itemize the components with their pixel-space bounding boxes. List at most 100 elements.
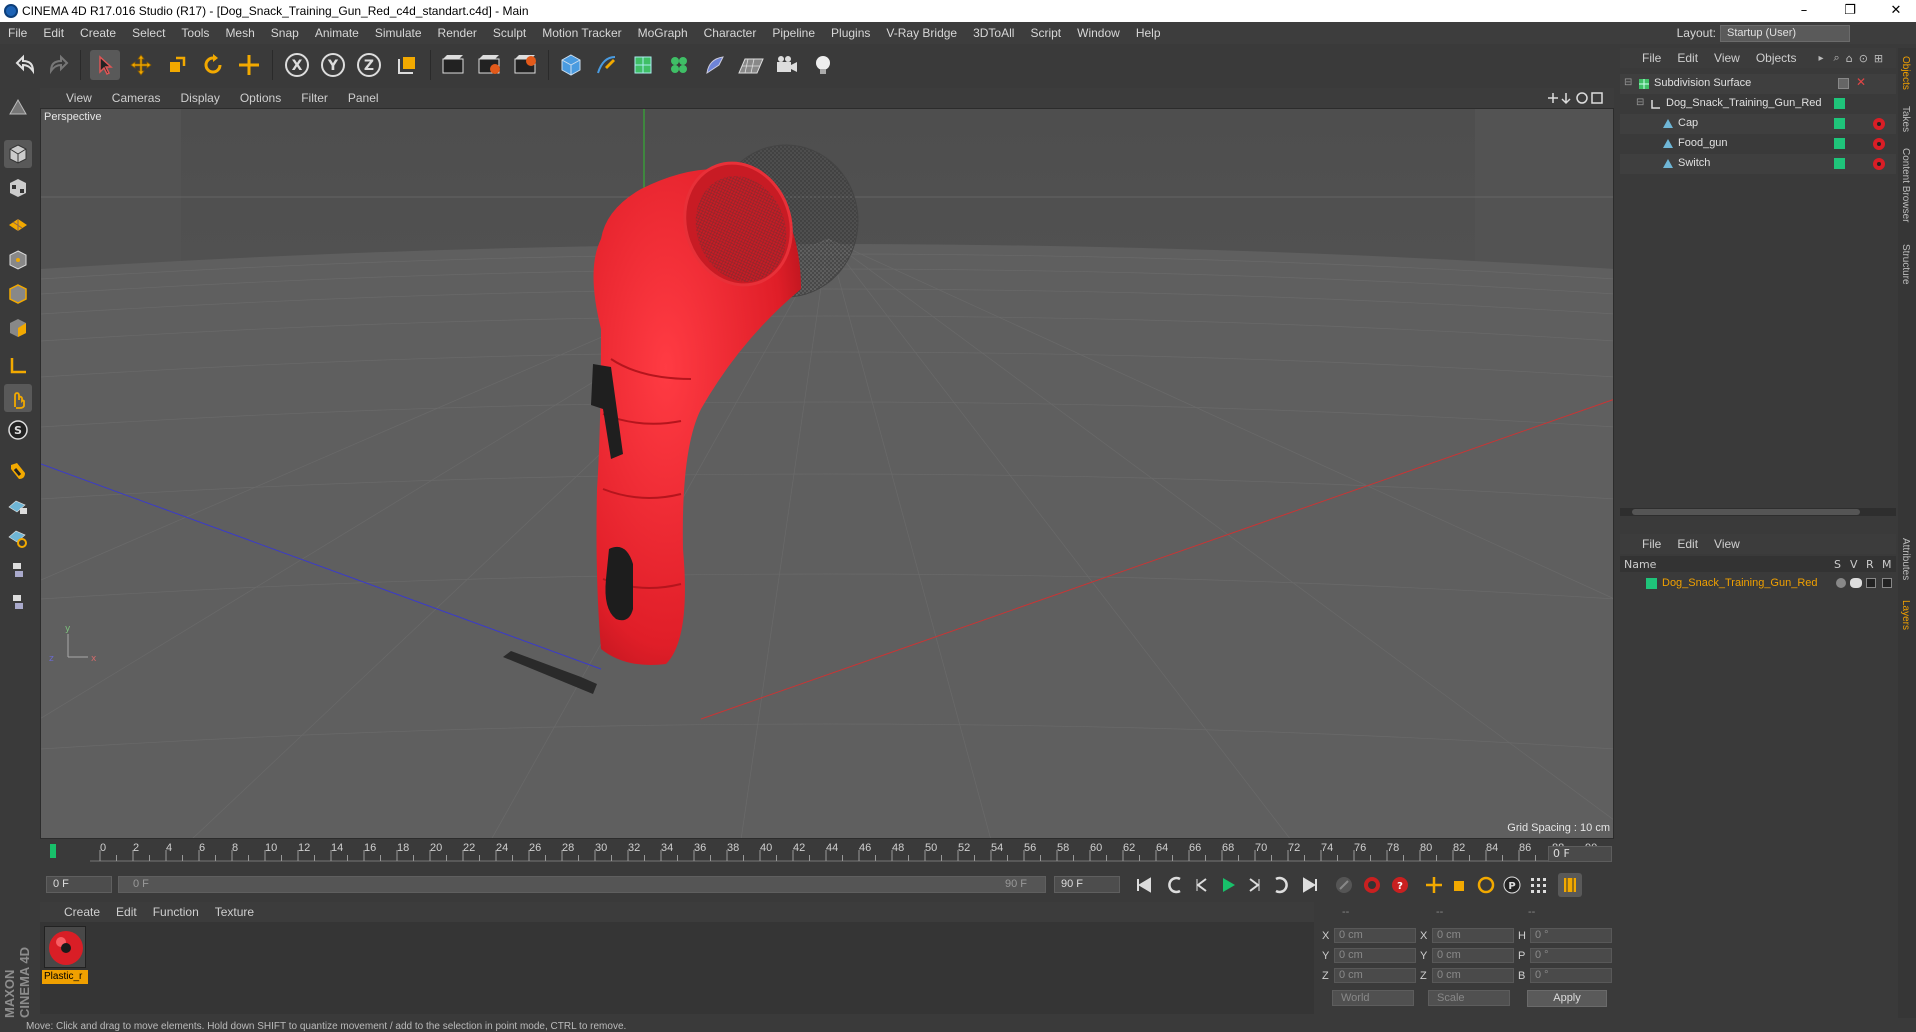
om-menu-edit[interactable]: Edit: [1669, 51, 1706, 65]
close-button[interactable]: ✕: [1876, 0, 1916, 22]
key-position-icon[interactable]: [1422, 873, 1446, 897]
menu-edit[interactable]: Edit: [35, 26, 72, 40]
menu-snap[interactable]: Snap: [263, 26, 307, 40]
material-menu-create[interactable]: Create: [56, 905, 108, 919]
camera-icon[interactable]: [772, 50, 802, 80]
planar-workplane-icon[interactable]: [4, 524, 32, 552]
layer-color-tag[interactable]: [1834, 98, 1845, 109]
om-menu-objects[interactable]: Objects: [1748, 51, 1805, 65]
cube-primitive-icon[interactable]: [556, 50, 586, 80]
coordinate-space-dropdown[interactable]: World: [1332, 990, 1414, 1006]
menu-simulate[interactable]: Simulate: [367, 26, 430, 40]
position-y-field[interactable]: 0 cm: [1334, 948, 1416, 963]
menu-help[interactable]: Help: [1128, 26, 1169, 40]
x-axis-lock-icon[interactable]: X: [282, 50, 312, 80]
layer-visibility-eye-icon[interactable]: [1850, 578, 1862, 588]
snap-icon[interactable]: S: [4, 416, 32, 444]
previous-key-icon[interactable]: [1164, 873, 1188, 897]
next-frame-icon[interactable]: [1242, 873, 1266, 897]
object-row-food-gun[interactable]: Food_gun: [1620, 134, 1896, 154]
polygons-mode-icon[interactable]: [4, 314, 32, 342]
om-expand-icon[interactable]: ⊞: [1874, 52, 1883, 65]
z-axis-lock-icon[interactable]: Z: [354, 50, 384, 80]
layer-tag-icon[interactable]: [1838, 78, 1849, 89]
autokeying-icon[interactable]: ?: [1388, 873, 1412, 897]
om-home-icon[interactable]: ⌂: [1846, 52, 1853, 65]
key-parameter-icon[interactable]: P: [1500, 873, 1524, 897]
size-x-field[interactable]: 0 cm: [1432, 928, 1514, 943]
go-to-start-icon[interactable]: [1132, 873, 1156, 897]
tab-takes[interactable]: Takes: [1900, 106, 1911, 132]
key-rotation-icon[interactable]: [1474, 873, 1498, 897]
model-mode-icon[interactable]: [4, 140, 32, 168]
axis-mode-icon[interactable]: [4, 352, 32, 380]
om-menu-view[interactable]: View: [1706, 51, 1748, 65]
next-key-icon[interactable]: [1268, 873, 1292, 897]
layer-color-tag[interactable]: [1834, 118, 1845, 129]
material-thumbnail[interactable]: [44, 926, 86, 968]
menu-file[interactable]: File: [0, 26, 35, 40]
om-link-icon[interactable]: ⊙: [1859, 52, 1868, 65]
coordinate-mode-dropdown[interactable]: Scale: [1428, 990, 1510, 1006]
layer-solo-toggle[interactable]: [1836, 578, 1846, 588]
timeline-ruler[interactable]: 0 2 4 6 8 10 12 14 16 18 20 22 24 26 28 30 32 34 36 38 40 42 4…: [40, 840, 1614, 868]
material-menu-texture[interactable]: Texture: [207, 905, 262, 919]
position-x-field[interactable]: 0 cm: [1334, 928, 1416, 943]
scale-tool-icon[interactable]: [162, 50, 192, 80]
apply-button[interactable]: Apply: [1527, 990, 1607, 1007]
object-manager-scrollbar[interactable]: [1620, 508, 1896, 516]
python-script-2-icon[interactable]: [4, 588, 32, 616]
layer-menu-edit[interactable]: Edit: [1669, 537, 1706, 551]
workplane-mode-icon[interactable]: [4, 208, 32, 236]
light-icon[interactable]: [808, 50, 838, 80]
viewport-menu-display[interactable]: Display: [170, 91, 229, 105]
frame-range-slider[interactable]: 0 F 90 F: [118, 876, 1046, 893]
previous-frame-icon[interactable]: [1190, 873, 1214, 897]
render-view-icon[interactable]: [438, 50, 468, 80]
menu-mograph[interactable]: MoGraph: [630, 26, 696, 40]
menu-3dtoall[interactable]: 3DToAll: [965, 26, 1022, 40]
menu-mesh[interactable]: Mesh: [217, 26, 262, 40]
tab-objects[interactable]: Objects: [1900, 56, 1911, 90]
undo-icon[interactable]: [10, 50, 40, 80]
viewport-menu-options[interactable]: Options: [230, 91, 291, 105]
rotation-b-field[interactable]: 0 °: [1530, 968, 1612, 983]
keyframe-selection-icon[interactable]: [1332, 873, 1356, 897]
render-picture-viewer-icon[interactable]: [474, 50, 504, 80]
menu-plugins[interactable]: Plugins: [823, 26, 878, 40]
tab-content-browser[interactable]: Content Browser: [1900, 148, 1911, 222]
layer-render-toggle[interactable]: [1866, 578, 1876, 588]
menu-sculpt[interactable]: Sculpt: [485, 26, 534, 40]
collapse-toggle-icon[interactable]: ⊟: [1624, 77, 1632, 88]
layer-menu-view[interactable]: View: [1706, 537, 1748, 551]
rotate-tool-icon[interactable]: [198, 50, 228, 80]
y-axis-lock-icon[interactable]: Y: [318, 50, 348, 80]
deformer-icon[interactable]: [700, 50, 730, 80]
menu-create[interactable]: Create: [72, 26, 124, 40]
rotation-p-field[interactable]: 0 °: [1530, 948, 1612, 963]
position-z-field[interactable]: 0 cm: [1334, 968, 1416, 983]
menu-script[interactable]: Script: [1022, 26, 1069, 40]
menu-animate[interactable]: Animate: [307, 26, 367, 40]
subdivision-surface-icon[interactable]: [628, 50, 658, 80]
tab-structure[interactable]: Structure: [1900, 244, 1911, 285]
menu-vray-bridge[interactable]: V-Ray Bridge: [878, 26, 965, 40]
record-keys-icon[interactable]: [1360, 873, 1384, 897]
om-menu-file[interactable]: File: [1634, 51, 1669, 65]
key-pla-icon[interactable]: [1526, 873, 1550, 897]
viewport-menu-panel[interactable]: Panel: [338, 91, 389, 105]
perspective-viewport[interactable]: y x z: [40, 108, 1614, 839]
collapse-toggle-icon[interactable]: ⊟: [1636, 97, 1644, 108]
pen-spline-icon[interactable]: [592, 50, 622, 80]
magnet-icon[interactable]: [4, 456, 32, 484]
om-more-icon[interactable]: ▸: [1819, 53, 1824, 64]
play-icon[interactable]: [1216, 873, 1240, 897]
move-tool-icon[interactable]: [126, 50, 156, 80]
texture-mode-icon[interactable]: [4, 174, 32, 202]
disabled-check-icon[interactable]: ✕: [1856, 75, 1866, 89]
menu-pipeline[interactable]: Pipeline: [764, 26, 823, 40]
floor-icon[interactable]: [736, 50, 766, 80]
scrollbar-thumb[interactable]: [1632, 509, 1860, 515]
size-y-field[interactable]: 0 cm: [1432, 948, 1514, 963]
layer-color-tag[interactable]: [1834, 158, 1845, 169]
